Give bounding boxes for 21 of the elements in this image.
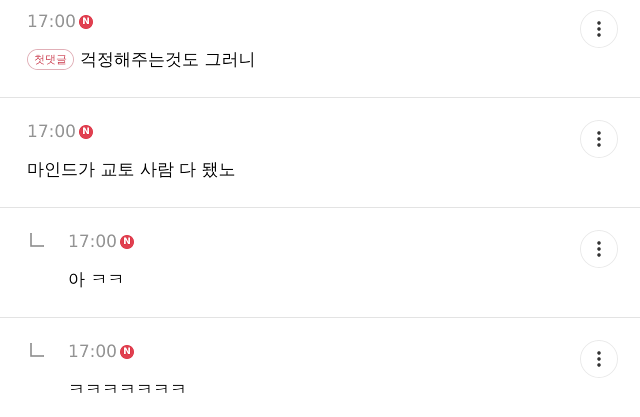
more-options-button[interactable]: [580, 340, 618, 378]
more-icon: [597, 21, 601, 37]
comment-text: ㅋㅋㅋㅋㅋㅋㅋ: [68, 379, 187, 401]
more-icon: [597, 131, 601, 147]
new-badge: N: [79, 125, 93, 139]
more-options-button[interactable]: [580, 230, 618, 268]
more-icon: [597, 241, 601, 257]
new-badge: N: [79, 15, 93, 29]
comment-time: 17:00: [27, 122, 76, 142]
more-icon: [597, 351, 601, 367]
new-badge: N: [120, 235, 134, 249]
comment-text: 마인드가 교토 사람 다 됐노: [27, 159, 236, 181]
more-options-button[interactable]: [580, 10, 618, 48]
comment-time: 17:00: [68, 232, 117, 252]
comment-text: 걱정해주는것도 그러니: [80, 49, 256, 71]
new-badge: N: [120, 345, 134, 359]
comment-time: 17:00: [68, 342, 117, 362]
more-options-button[interactable]: [580, 120, 618, 158]
comment-time: 17:00: [27, 12, 76, 32]
comment-text: 아 ㅋㅋ: [68, 269, 124, 291]
first-comment-tag: 첫댓글: [27, 49, 74, 70]
